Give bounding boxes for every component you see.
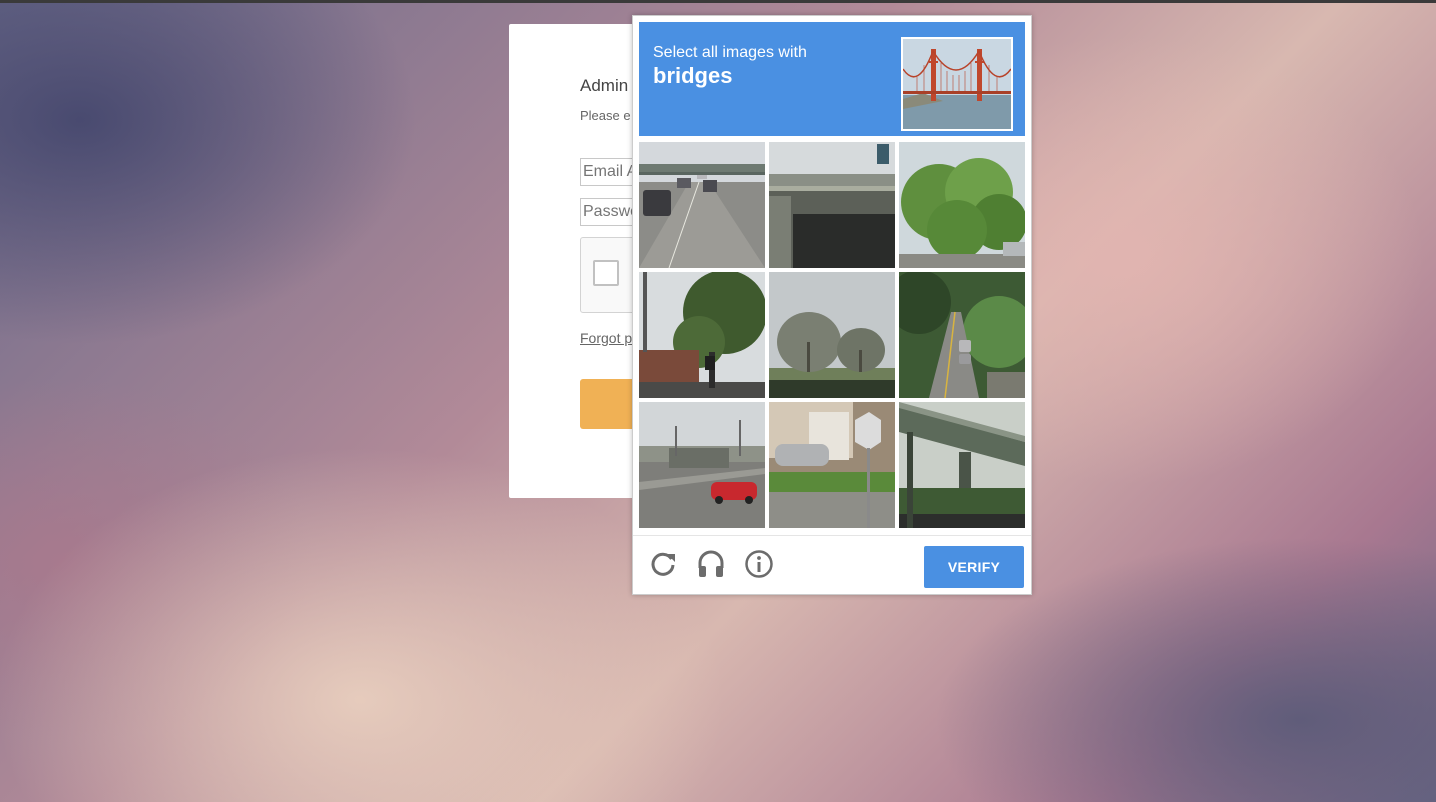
captcha-keyword: bridges (653, 63, 733, 88)
forgot-password-link[interactable]: Forgot p (580, 330, 632, 346)
captcha-footer: VERIFY (633, 535, 1031, 596)
verify-button[interactable]: VERIFY (924, 546, 1024, 588)
reload-icon[interactable] (647, 548, 679, 580)
info-icon[interactable] (743, 548, 775, 580)
captcha-tile-elevated-bridge[interactable] (899, 402, 1025, 528)
browser-top-edge (0, 0, 1436, 3)
recaptcha-checkbox[interactable] (593, 260, 619, 286)
captcha-tile-house-stop-sign[interactable] (769, 402, 895, 528)
captcha-tile-residential-road[interactable] (899, 272, 1025, 398)
captcha-tile-green-tree[interactable] (899, 142, 1025, 268)
captcha-header: Select all images with bridges (639, 22, 1025, 136)
captcha-tile-highway-traffic[interactable] (639, 142, 765, 268)
page-title: Admin (580, 76, 629, 95)
captcha-challenge-popup: Select all images with bridges VERIFY (632, 15, 1032, 595)
captcha-tile-overpass-bridge[interactable] (769, 142, 895, 268)
captcha-tile-bare-trees-field[interactable] (769, 272, 895, 398)
audio-icon[interactable] (695, 548, 727, 580)
captcha-instruction: Select all images with (653, 44, 807, 61)
sample-bridge-image (901, 37, 1013, 131)
captcha-tile-street-corner-trees[interactable] (639, 272, 765, 398)
captcha-image-grid (639, 142, 1025, 528)
page-subtitle: Please e (580, 108, 631, 123)
captcha-tile-highway-overpass-red-car[interactable] (639, 402, 765, 528)
